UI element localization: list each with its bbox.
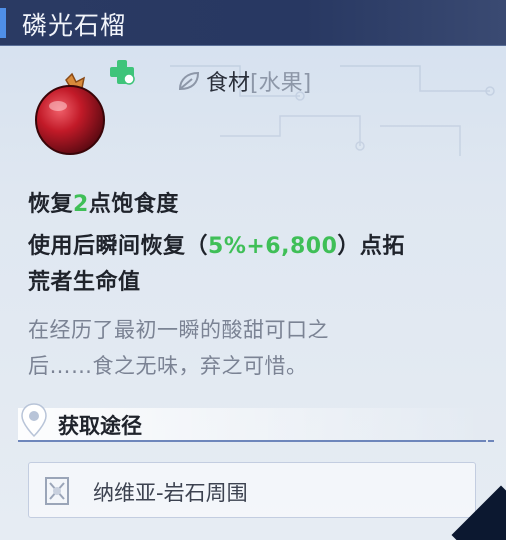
effect-text: 恢复 (28, 192, 74, 217)
source-label: 纳维亚-岩石周围 (93, 481, 248, 505)
effect-text: 使用后瞬间恢复（ (28, 234, 209, 259)
item-title: 磷光石榴 (22, 11, 127, 40)
effect-text: ）点拓 (337, 234, 405, 259)
effect-value-heal: 5%+6,800 (208, 234, 338, 259)
effect-value-satiety: 2 (73, 192, 89, 217)
map-region-icon (45, 477, 69, 505)
item-detail-panel: 磷光石榴 食材 [水果] 恢复2点饱食度 使用后瞬间恢复（5%+6,800）点拓… (0, 0, 506, 540)
effect-line-satiety: 恢复2点饱食度 (28, 186, 179, 218)
leaf-icon (178, 71, 200, 91)
panel-header: 磷光石榴 (0, 0, 506, 46)
item-type-sub: [水果] (250, 71, 312, 96)
effect-line-heal: 使用后瞬间恢复（5%+6,800）点拓 (28, 228, 405, 260)
description-line-1: 在经历了最初一瞬的酸甜可口之 (28, 318, 329, 342)
location-pin-icon (21, 403, 47, 438)
effect-text: 点饱食度 (88, 192, 179, 217)
description-line-2: 后……食之无味，弃之可惜。 (28, 354, 308, 378)
header-accent-bar (0, 8, 6, 38)
heal-plus-icon (110, 60, 135, 85)
source-item-button[interactable]: 纳维亚-岩石周围 (28, 462, 476, 518)
obtain-label: 获取途径 (58, 414, 142, 438)
pomegranate-icon (35, 72, 105, 155)
effect-line-heal-cont: 荒者生命值 (28, 270, 141, 295)
item-type-main: 食材 (206, 71, 251, 96)
item-type: 食材 [水果] (176, 66, 311, 96)
